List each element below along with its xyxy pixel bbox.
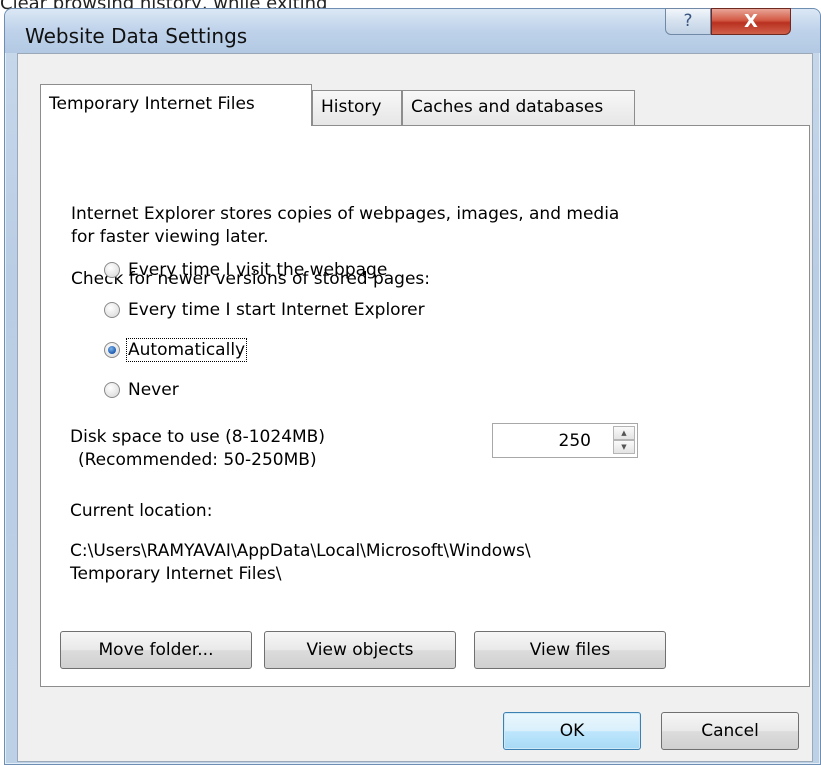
spin-up-icon[interactable]: ▲: [613, 426, 635, 440]
tab-history[interactable]: History: [312, 90, 402, 125]
radio-button[interactable]: [104, 262, 120, 278]
ok-button[interactable]: OK: [503, 712, 641, 750]
description-line-2: for faster viewing later.: [71, 227, 269, 247]
recommended-label: (Recommended: 50-250MB): [78, 450, 317, 470]
radio-label: Automatically: [125, 338, 248, 362]
radio-button-selected[interactable]: [104, 342, 120, 358]
tab-temporary-internet-files[interactable]: Temporary Internet Files: [40, 84, 312, 126]
dialog-body: Temporary Internet Files History Caches …: [17, 53, 813, 762]
cancel-button[interactable]: Cancel: [661, 712, 799, 750]
dialog-title: Website Data Settings: [25, 24, 248, 48]
close-button[interactable]: X: [711, 8, 791, 35]
radio-button[interactable]: [104, 302, 120, 318]
close-icon: X: [744, 11, 758, 32]
radio-every-visit[interactable]: Every time I visit the webpage: [104, 258, 387, 282]
radio-automatically[interactable]: Automatically: [104, 338, 248, 362]
move-folder-button[interactable]: Move folder...: [60, 631, 252, 669]
spin-down-icon[interactable]: ▼: [613, 440, 635, 454]
help-icon: ?: [683, 11, 693, 31]
website-data-settings-dialog: Website Data Settings ? X Temporary Inte…: [4, 8, 821, 765]
title-bar[interactable]: Website Data Settings ? X: [5, 8, 820, 53]
help-button[interactable]: ?: [665, 8, 711, 35]
tab-panel: Internet Explorer stores copies of webpa…: [40, 125, 810, 687]
radio-never[interactable]: Never: [104, 378, 179, 402]
location-path-line-1: C:\Users\RAMYAVAI\AppData\Local\Microsof…: [70, 541, 531, 561]
location-path-line-2: Temporary Internet Files\: [70, 564, 282, 584]
disk-space-spinner[interactable]: 250 ▲ ▼: [492, 423, 638, 458]
radio-label: Every time I visit the webpage: [128, 260, 388, 280]
radio-label: Never: [128, 380, 179, 400]
spinner-buttons: ▲ ▼: [613, 426, 635, 455]
radio-button[interactable]: [104, 382, 120, 398]
radio-label: Every time I start Internet Explorer: [128, 300, 425, 320]
view-objects-button[interactable]: View objects: [264, 631, 456, 669]
tab-caches-and-databases[interactable]: Caches and databases: [402, 90, 635, 125]
view-files-button[interactable]: View files: [474, 631, 666, 669]
disk-space-label: Disk space to use (8-1024MB): [70, 427, 325, 447]
description-line-1: Internet Explorer stores copies of webpa…: [71, 204, 620, 224]
disk-space-value[interactable]: 250: [559, 431, 591, 451]
radio-every-start[interactable]: Every time I start Internet Explorer: [104, 298, 425, 322]
current-location-label: Current location:: [70, 501, 213, 521]
